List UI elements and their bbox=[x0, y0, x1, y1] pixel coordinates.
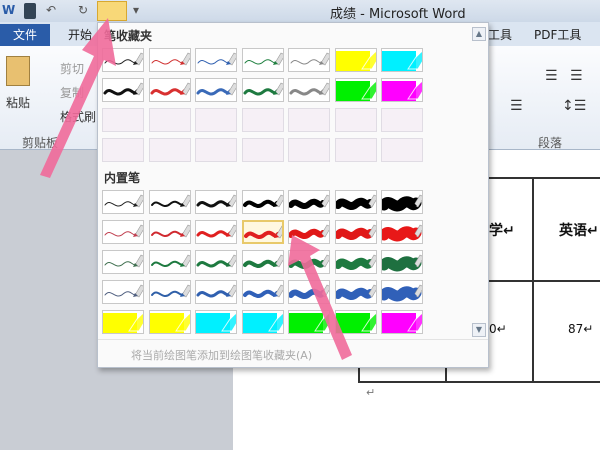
pen-swatch[interactable] bbox=[195, 48, 237, 72]
add-pen-to-favorites[interactable]: 将当前绘图笔添加到绘图笔收藏夹(A) bbox=[98, 339, 488, 367]
pen-swatch[interactable] bbox=[334, 250, 377, 274]
pen-swatch[interactable] bbox=[381, 220, 423, 244]
empty-favorite-slot bbox=[148, 138, 191, 162]
pen-swatch[interactable] bbox=[102, 78, 144, 102]
pen-swatch[interactable] bbox=[381, 280, 423, 304]
window-title: 成绩 - Microsoft Word bbox=[330, 7, 466, 22]
pen-swatch[interactable] bbox=[241, 250, 284, 274]
builtin-heading: 内置笔 bbox=[104, 171, 141, 185]
table-cell-math: 0↵ bbox=[489, 322, 507, 336]
line-spacing-icon[interactable]: ↕☰ bbox=[562, 98, 586, 114]
highlighter-swatch[interactable] bbox=[381, 310, 423, 334]
tab-file[interactable]: 文件 bbox=[0, 24, 50, 46]
highlighter-swatch[interactable] bbox=[288, 310, 330, 334]
increase-indent-icon[interactable]: ☰ bbox=[570, 68, 583, 84]
pen-swatch[interactable] bbox=[195, 250, 237, 274]
empty-favorite-slot bbox=[381, 108, 423, 132]
highlighter-swatch[interactable] bbox=[334, 310, 377, 334]
pen-swatch[interactable] bbox=[241, 190, 284, 214]
empty-favorite-slot bbox=[102, 138, 144, 162]
empty-favorite-slot bbox=[334, 138, 377, 162]
format-painter-button[interactable]: 格式刷 bbox=[60, 108, 96, 125]
highlighter-swatch[interactable] bbox=[102, 310, 144, 334]
empty-favorite-slot bbox=[241, 108, 284, 132]
empty-favorite-slot bbox=[334, 108, 377, 132]
pen-gallery-dropdown: 笔收藏夹 内置笔 ▲ ▼ 将当前绘图笔添加到绘图笔收藏夹(A) bbox=[97, 22, 489, 368]
pen-swatch[interactable] bbox=[381, 250, 423, 274]
highlighter-swatch[interactable] bbox=[195, 310, 237, 334]
word-app-icon: W bbox=[2, 3, 16, 17]
pen-swatch[interactable] bbox=[195, 190, 237, 214]
pen-swatch[interactable] bbox=[102, 250, 144, 274]
customize-toolbar-icon[interactable]: ▾ bbox=[133, 3, 139, 19]
cut-button[interactable]: 剪切 bbox=[60, 60, 84, 77]
pen-swatch[interactable] bbox=[148, 220, 191, 244]
pen-swatch[interactable] bbox=[195, 78, 237, 102]
pen-swatch[interactable] bbox=[148, 48, 191, 72]
pen-swatch[interactable] bbox=[148, 280, 191, 304]
empty-favorite-slot bbox=[241, 138, 284, 162]
empty-favorite-slot bbox=[288, 108, 330, 132]
pen-swatch[interactable] bbox=[195, 280, 237, 304]
pen-swatch[interactable] bbox=[148, 78, 191, 102]
pen-swatch[interactable] bbox=[334, 280, 377, 304]
highlighter-swatch[interactable] bbox=[334, 48, 377, 72]
pen-swatch[interactable] bbox=[381, 190, 423, 214]
pen-swatch[interactable] bbox=[241, 78, 284, 102]
empty-favorite-slot bbox=[148, 108, 191, 132]
tab-pdf-tools[interactable]: PDF工具 bbox=[534, 26, 581, 43]
pen-swatch[interactable] bbox=[241, 48, 284, 72]
copy-button[interactable]: 复制 bbox=[60, 84, 84, 101]
clipboard-group-label: 剪贴板 bbox=[22, 136, 59, 150]
highlighter-swatch[interactable] bbox=[241, 310, 284, 334]
favorites-heading: 笔收藏夹 bbox=[104, 29, 153, 43]
pen-swatch[interactable] bbox=[195, 220, 237, 244]
pen-swatch[interactable] bbox=[102, 280, 144, 304]
paste-icon[interactable] bbox=[6, 56, 30, 86]
tab-home[interactable]: 开始 bbox=[68, 26, 92, 43]
decrease-indent-icon[interactable]: ☰ bbox=[545, 68, 558, 84]
justify-icon[interactable]: ☰ bbox=[510, 98, 523, 114]
pen-swatch[interactable] bbox=[148, 250, 191, 274]
paragraph-mark: ↵ bbox=[366, 386, 376, 399]
highlighter-swatch[interactable] bbox=[334, 78, 377, 102]
pen-swatch[interactable] bbox=[102, 220, 144, 244]
pen-color-button[interactable] bbox=[97, 1, 127, 21]
pen-swatch[interactable] bbox=[241, 220, 284, 244]
scroll-down-button[interactable]: ▼ bbox=[472, 323, 486, 337]
empty-favorite-slot bbox=[195, 108, 237, 132]
pen-swatch[interactable] bbox=[148, 190, 191, 214]
pen-swatch[interactable] bbox=[288, 280, 330, 304]
title-bar: W ↶ ↻ ▾ 成绩 - Microsoft Word bbox=[0, 0, 600, 22]
pen-swatch[interactable] bbox=[288, 48, 330, 72]
pen-swatch[interactable] bbox=[288, 220, 330, 244]
pen-swatch[interactable] bbox=[102, 48, 144, 72]
empty-favorite-slot bbox=[102, 108, 144, 132]
save-icon[interactable] bbox=[24, 3, 36, 19]
undo-icon[interactable]: ↶ bbox=[46, 3, 56, 19]
pen-swatch[interactable] bbox=[102, 190, 144, 214]
empty-favorite-slot bbox=[195, 138, 237, 162]
paragraph-group-label: 段落 bbox=[538, 136, 563, 150]
pen-swatch[interactable] bbox=[288, 78, 330, 102]
pen-swatch[interactable] bbox=[334, 190, 377, 214]
highlighter-swatch[interactable] bbox=[148, 310, 191, 334]
highlighter-swatch[interactable] bbox=[381, 48, 423, 72]
highlighter-swatch[interactable] bbox=[381, 78, 423, 102]
pen-swatch[interactable] bbox=[241, 280, 284, 304]
pen-swatch[interactable] bbox=[288, 250, 330, 274]
pen-swatch[interactable] bbox=[288, 190, 330, 214]
table-header-english: 英语↵ bbox=[559, 223, 599, 239]
empty-favorite-slot bbox=[381, 138, 423, 162]
paste-button[interactable]: 粘贴 bbox=[6, 94, 30, 111]
scroll-up-button[interactable]: ▲ bbox=[472, 27, 486, 41]
pen-swatch[interactable] bbox=[334, 220, 377, 244]
empty-favorite-slot bbox=[288, 138, 330, 162]
table-header-math: 学↵ bbox=[489, 223, 515, 239]
tab-tools[interactable]: 工具 bbox=[488, 26, 512, 43]
add-pen-to-favorites-label: 将当前绘图笔添加到绘图笔收藏夹(A) bbox=[131, 349, 313, 362]
table-cell-english: 87↵ bbox=[568, 322, 594, 336]
redo-icon[interactable]: ↻ bbox=[78, 3, 88, 19]
